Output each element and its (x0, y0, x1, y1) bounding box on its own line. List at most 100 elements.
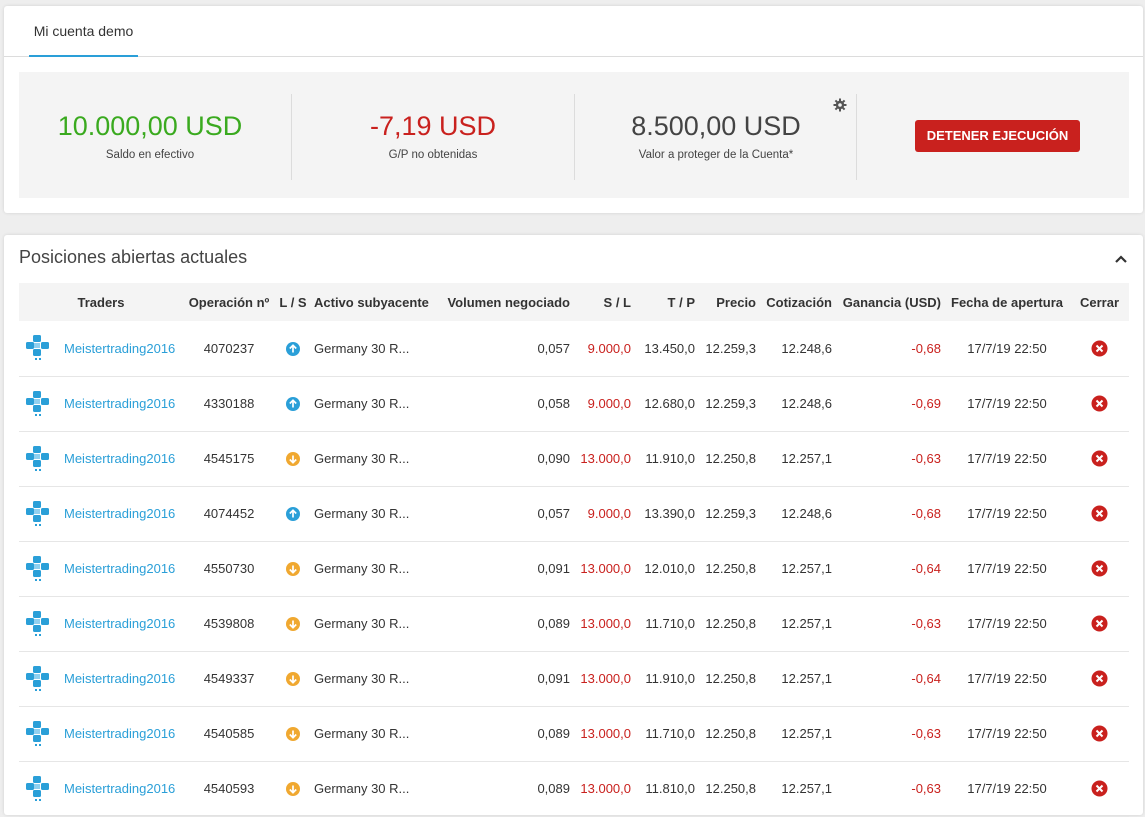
col-gain[interactable]: Ganancia (USD) (835, 283, 944, 321)
volume-value: 0,090 (433, 431, 573, 487)
close-cell (1070, 596, 1129, 652)
stop-loss-value: 13.000,0 (573, 651, 634, 707)
arrow-down-circle-icon (286, 452, 300, 467)
trader-link[interactable]: Meistertrading2016 (64, 726, 175, 741)
open-date: 17/7/19 22:50 (944, 541, 1070, 597)
trader-avatar-icon[interactable] (24, 719, 54, 749)
arrow-up-circle-icon (286, 397, 300, 412)
trader-link[interactable]: Meistertrading2016 (64, 616, 175, 631)
stop-execution-button[interactable]: DETENER EJECUCIÓN (915, 120, 1080, 152)
price-value: 12.250,8 (698, 596, 759, 652)
col-quote[interactable]: Cotización (759, 283, 835, 321)
stop-loss-value: 9.000,0 (573, 486, 634, 542)
stop-loss-value: 13.000,0 (573, 431, 634, 487)
arrow-down-circle-icon (286, 727, 300, 742)
trader-avatar-icon[interactable] (24, 554, 54, 584)
trader-link[interactable]: Meistertrading2016 (64, 561, 175, 576)
volume-value: 0,057 (433, 486, 573, 542)
arrow-up-circle-icon (286, 507, 300, 522)
col-traders[interactable]: Traders (19, 283, 183, 321)
table-row[interactable]: Meistertrading2016 4074452 Germany 30 R.… (19, 486, 1129, 542)
gain-value: -0,64 (835, 541, 944, 597)
trader-avatar-icon[interactable] (24, 774, 54, 804)
trader-avatar-icon[interactable] (24, 444, 54, 474)
trader-cell: Meistertrading2016 (19, 651, 183, 707)
quote-value: 12.248,6 (759, 376, 835, 432)
take-profit-value: 12.680,0 (634, 376, 698, 432)
table-row[interactable]: Meistertrading2016 4070237 Germany 30 R.… (19, 321, 1129, 377)
trader-cell: Meistertrading2016 (19, 431, 183, 487)
price-value: 12.250,8 (698, 706, 759, 762)
take-profit-value: 12.010,0 (634, 541, 698, 597)
close-position-icon[interactable] (1091, 670, 1108, 687)
trader-cell: Meistertrading2016 (19, 596, 183, 652)
trader-link[interactable]: Meistertrading2016 (64, 506, 175, 521)
close-cell (1070, 541, 1129, 597)
trader-link[interactable]: Meistertrading2016 (64, 396, 175, 411)
trader-link[interactable]: Meistertrading2016 (64, 671, 175, 686)
col-long-short[interactable]: L / S (275, 283, 311, 321)
close-position-icon[interactable] (1091, 725, 1108, 742)
trader-avatar-icon[interactable] (24, 664, 54, 694)
stop-loss-value: 9.000,0 (573, 321, 634, 377)
asset-name: Germany 30 R... (311, 376, 433, 432)
price-value: 12.250,8 (698, 541, 759, 597)
quote-value: 12.257,1 (759, 431, 835, 487)
stop-loss-value: 9.000,0 (573, 376, 634, 432)
quote-value: 12.257,1 (759, 596, 835, 652)
trader-cell: Meistertrading2016 (19, 376, 183, 432)
col-operation[interactable]: Operación nº (183, 283, 275, 321)
col-tp[interactable]: T / P (634, 283, 698, 321)
trader-link[interactable]: Meistertrading2016 (64, 341, 175, 356)
operation-number: 4074452 (183, 486, 275, 542)
gain-value: -0,68 (835, 486, 944, 542)
close-position-icon[interactable] (1091, 615, 1108, 632)
close-position-icon[interactable] (1091, 560, 1108, 577)
table-row[interactable]: Meistertrading2016 4539808 Germany 30 R.… (19, 596, 1129, 652)
operation-number: 4070237 (183, 321, 275, 377)
take-profit-value: 11.710,0 (634, 706, 698, 762)
table-row[interactable]: Meistertrading2016 4549337 Germany 30 R.… (19, 651, 1129, 707)
chevron-up-icon[interactable] (1113, 251, 1129, 267)
trader-cell: Meistertrading2016 (19, 541, 183, 597)
open-date: 17/7/19 22:50 (944, 376, 1070, 432)
col-volume[interactable]: Volumen negociado (433, 283, 573, 321)
price-value: 12.259,3 (698, 321, 759, 377)
stop-loss-value: 13.000,0 (573, 706, 634, 762)
operation-number: 4550730 (183, 541, 275, 597)
col-asset[interactable]: Activo subyacente (311, 283, 433, 321)
open-date: 17/7/19 22:50 (944, 321, 1070, 377)
trader-avatar-icon[interactable] (24, 499, 54, 529)
arrow-down-circle-icon (286, 782, 300, 797)
close-position-icon[interactable] (1091, 450, 1108, 467)
direction-cell (275, 596, 311, 652)
close-position-icon[interactable] (1091, 780, 1108, 797)
tab-demo-account[interactable]: Mi cuenta demo (29, 6, 138, 57)
gear-icon[interactable] (833, 98, 847, 112)
trader-avatar-icon[interactable] (24, 389, 54, 419)
col-price[interactable]: Precio (698, 283, 759, 321)
close-position-icon[interactable] (1091, 395, 1108, 412)
trader-link[interactable]: Meistertrading2016 (64, 451, 175, 466)
operation-number: 4540585 (183, 706, 275, 762)
col-sl[interactable]: S / L (573, 283, 634, 321)
col-open-date[interactable]: Fecha de apertura (944, 283, 1070, 321)
close-position-icon[interactable] (1091, 340, 1108, 357)
table-row[interactable]: Meistertrading2016 4540585 Germany 30 R.… (19, 706, 1129, 762)
close-position-icon[interactable] (1091, 505, 1108, 522)
positions-card: Posiciones abiertas actuales Traders Ope… (4, 235, 1143, 817)
trader-avatar-icon[interactable] (24, 609, 54, 639)
close-cell (1070, 651, 1129, 707)
volume-value: 0,089 (433, 706, 573, 762)
table-header: Traders Operación nº L / S Activo subyac… (19, 283, 1129, 321)
price-value: 12.250,8 (698, 651, 759, 707)
table-row[interactable]: Meistertrading2016 4330188 Germany 30 R.… (19, 376, 1129, 432)
trader-avatar-icon[interactable] (24, 333, 54, 363)
trader-link[interactable]: Meistertrading2016 (64, 781, 175, 796)
table-row[interactable]: Meistertrading2016 4550730 Germany 30 R.… (19, 541, 1129, 597)
asset-name: Germany 30 R... (311, 321, 433, 377)
protect-value-label: Valor a proteger de la Cuenta* (638, 149, 794, 161)
gain-value: -0,63 (835, 706, 944, 762)
section-title: Posiciones abiertas actuales (19, 247, 248, 267)
table-row[interactable]: Meistertrading2016 4545175 Germany 30 R.… (19, 431, 1129, 487)
